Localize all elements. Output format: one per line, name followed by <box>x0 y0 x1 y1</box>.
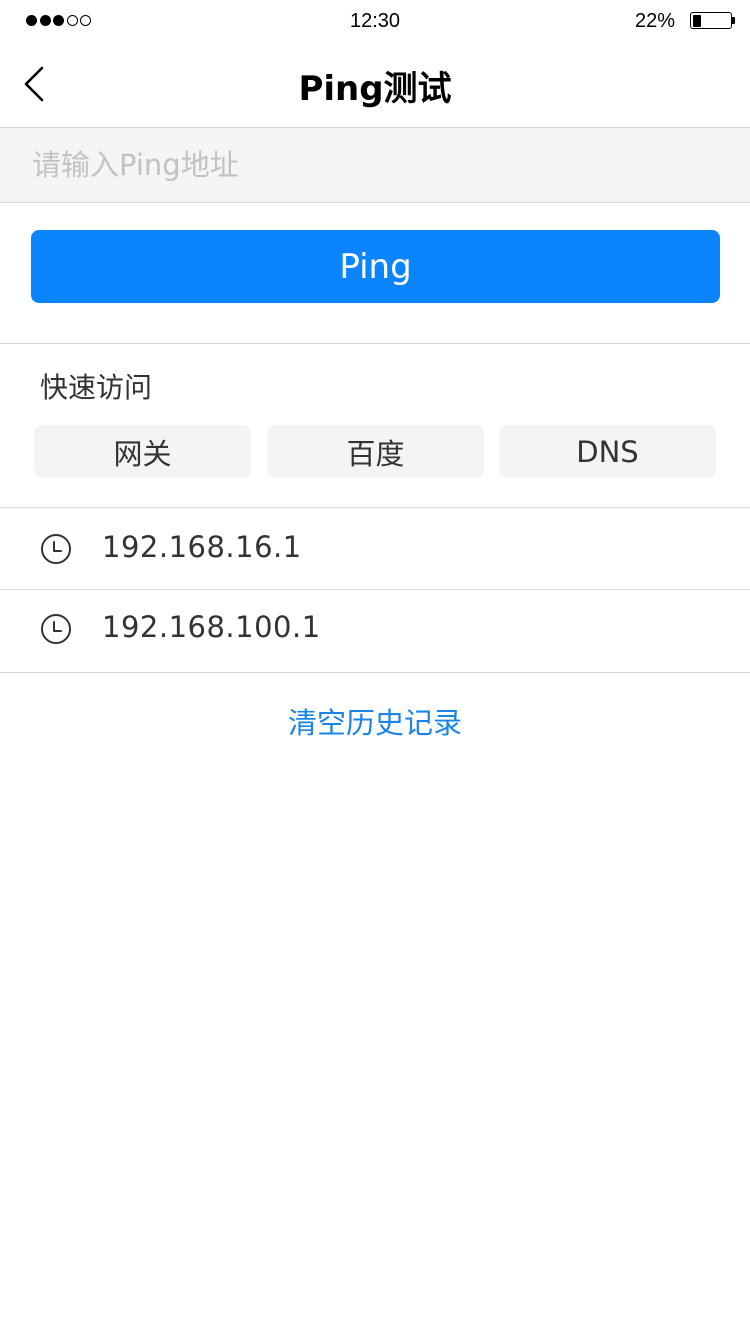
clear-history-button[interactable]: 清空历史记录 <box>0 700 750 742</box>
history-item-address: 192.168.100.1 <box>102 610 321 644</box>
history-item-address: 192.168.16.1 <box>102 530 302 564</box>
page-title: Ping测试 <box>298 69 452 109</box>
battery-tip <box>732 17 735 24</box>
battery-fill <box>692 14 701 27</box>
battery-icon <box>690 12 732 29</box>
nav-bar: Ping测试 <box>0 42 750 128</box>
history-item[interactable]: 192.168.16.1 <box>0 508 750 589</box>
clock-icon <box>41 534 71 564</box>
quick-access-gateway-button[interactable]: 网关 <box>34 425 251 478</box>
battery-percent: 22% <box>634 10 675 32</box>
quick-access-title: 快速访问 <box>40 371 153 404</box>
status-bar: 12:30 22% <box>0 0 750 42</box>
ping-address-input[interactable] <box>0 128 750 202</box>
quick-access-baidu-button[interactable]: 百度 <box>267 425 484 478</box>
ping-button[interactable]: Ping <box>31 230 720 303</box>
divider <box>0 672 750 673</box>
input-row <box>0 128 750 203</box>
clock-icon <box>41 614 71 644</box>
history-item[interactable]: 192.168.100.1 <box>0 590 750 671</box>
divider <box>0 343 750 344</box>
quick-access-dns-button[interactable]: DNS <box>499 425 716 478</box>
screen: 12:30 22% Ping测试 Ping 快速访问 网关 百度 DNS 192… <box>0 0 750 1334</box>
